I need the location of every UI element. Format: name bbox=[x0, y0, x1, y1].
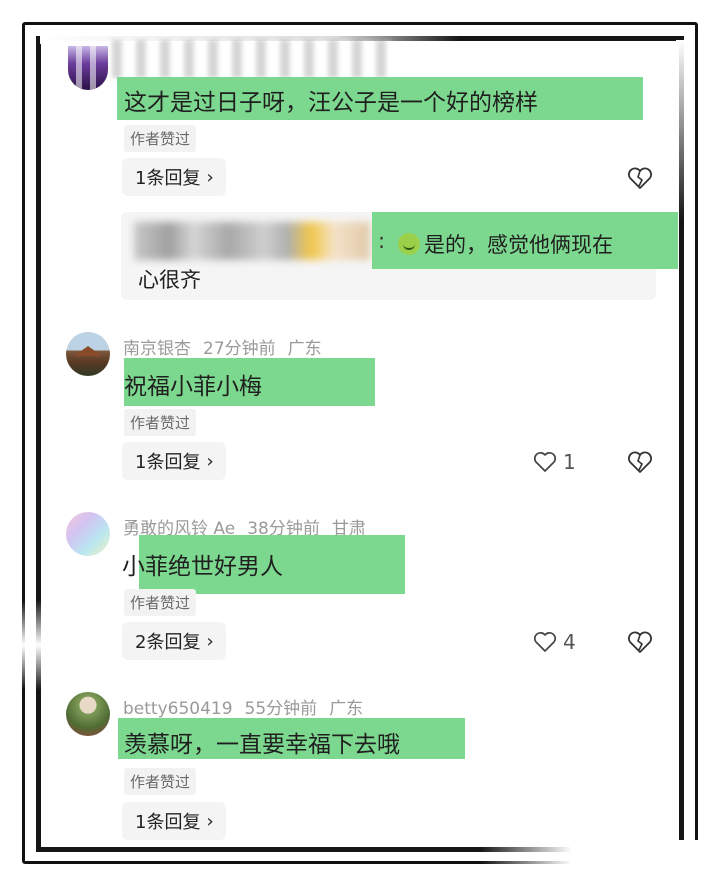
location: 广东 bbox=[329, 699, 364, 719]
view-replies-button[interactable]: 1条回复 › bbox=[122, 158, 226, 196]
like-button[interactable]: 4 bbox=[533, 630, 576, 654]
comment-text: 小菲绝世好男人 bbox=[122, 554, 283, 580]
frame-fade bbox=[14, 600, 54, 690]
blurred-username bbox=[134, 222, 370, 260]
frame-fade bbox=[480, 840, 710, 864]
comment-meta: betty650419 55分钟前 广东 bbox=[123, 694, 375, 719]
sub-reply-line1: 是的，感觉他俩现在 bbox=[424, 233, 613, 257]
sub-reply-text: 是的，感觉他俩现在 bbox=[398, 229, 613, 259]
author-liked-badge: 作者赞过 bbox=[124, 409, 197, 436]
heart-icon bbox=[533, 451, 557, 472]
comment-text: 羡慕呀，一直要幸福下去哦 bbox=[124, 732, 400, 758]
broken-heart-icon[interactable] bbox=[627, 450, 653, 474]
view-replies-button[interactable]: 1条回复 › bbox=[122, 802, 226, 840]
frame-fade bbox=[676, 40, 694, 220]
chevron-right-icon: › bbox=[206, 450, 214, 472]
comment-text: 祝福小菲小梅 bbox=[124, 374, 262, 400]
like-count: 4 bbox=[563, 630, 576, 654]
chevron-right-icon: › bbox=[206, 810, 214, 832]
username[interactable]: 南京银杏 bbox=[123, 339, 191, 359]
chevron-right-icon: › bbox=[206, 166, 214, 188]
reply-count: 1条回复 bbox=[135, 812, 201, 833]
broken-heart-icon[interactable] bbox=[627, 166, 653, 190]
heart-icon bbox=[533, 631, 557, 652]
grin-emoji-icon bbox=[398, 233, 420, 255]
username[interactable]: betty650419 bbox=[123, 699, 233, 719]
view-replies-button[interactable]: 2条回复 › bbox=[122, 622, 226, 660]
author-liked-badge: 作者赞过 bbox=[124, 768, 197, 795]
sub-reply-line2: 心很齐 bbox=[138, 268, 201, 292]
broken-heart-icon[interactable] bbox=[627, 630, 653, 654]
reply-count: 1条回复 bbox=[135, 168, 201, 189]
location: 广东 bbox=[287, 339, 322, 359]
avatar[interactable] bbox=[68, 46, 108, 90]
comment-text: 这才是过日子呀，汪公子是一个好的榜样 bbox=[124, 90, 538, 116]
comment-meta: 南京银杏 27分钟前 广东 bbox=[123, 334, 334, 359]
like-count: 1 bbox=[563, 450, 576, 474]
author-liked-badge: 作者赞过 bbox=[124, 589, 197, 616]
chevron-right-icon: › bbox=[206, 630, 214, 652]
timestamp: 55分钟前 bbox=[244, 699, 318, 719]
reply-separator: : bbox=[378, 229, 386, 253]
avatar[interactable] bbox=[66, 512, 110, 556]
blurred-username bbox=[112, 40, 392, 78]
like-button[interactable]: 1 bbox=[533, 450, 576, 474]
reply-count: 2条回复 bbox=[135, 632, 201, 653]
avatar[interactable] bbox=[66, 332, 110, 376]
timestamp: 27分钟前 bbox=[203, 339, 276, 359]
view-replies-button[interactable]: 1条回复 › bbox=[122, 442, 226, 480]
author-liked-badge: 作者赞过 bbox=[124, 125, 197, 152]
reply-count: 1条回复 bbox=[135, 452, 201, 473]
avatar[interactable] bbox=[66, 692, 110, 736]
